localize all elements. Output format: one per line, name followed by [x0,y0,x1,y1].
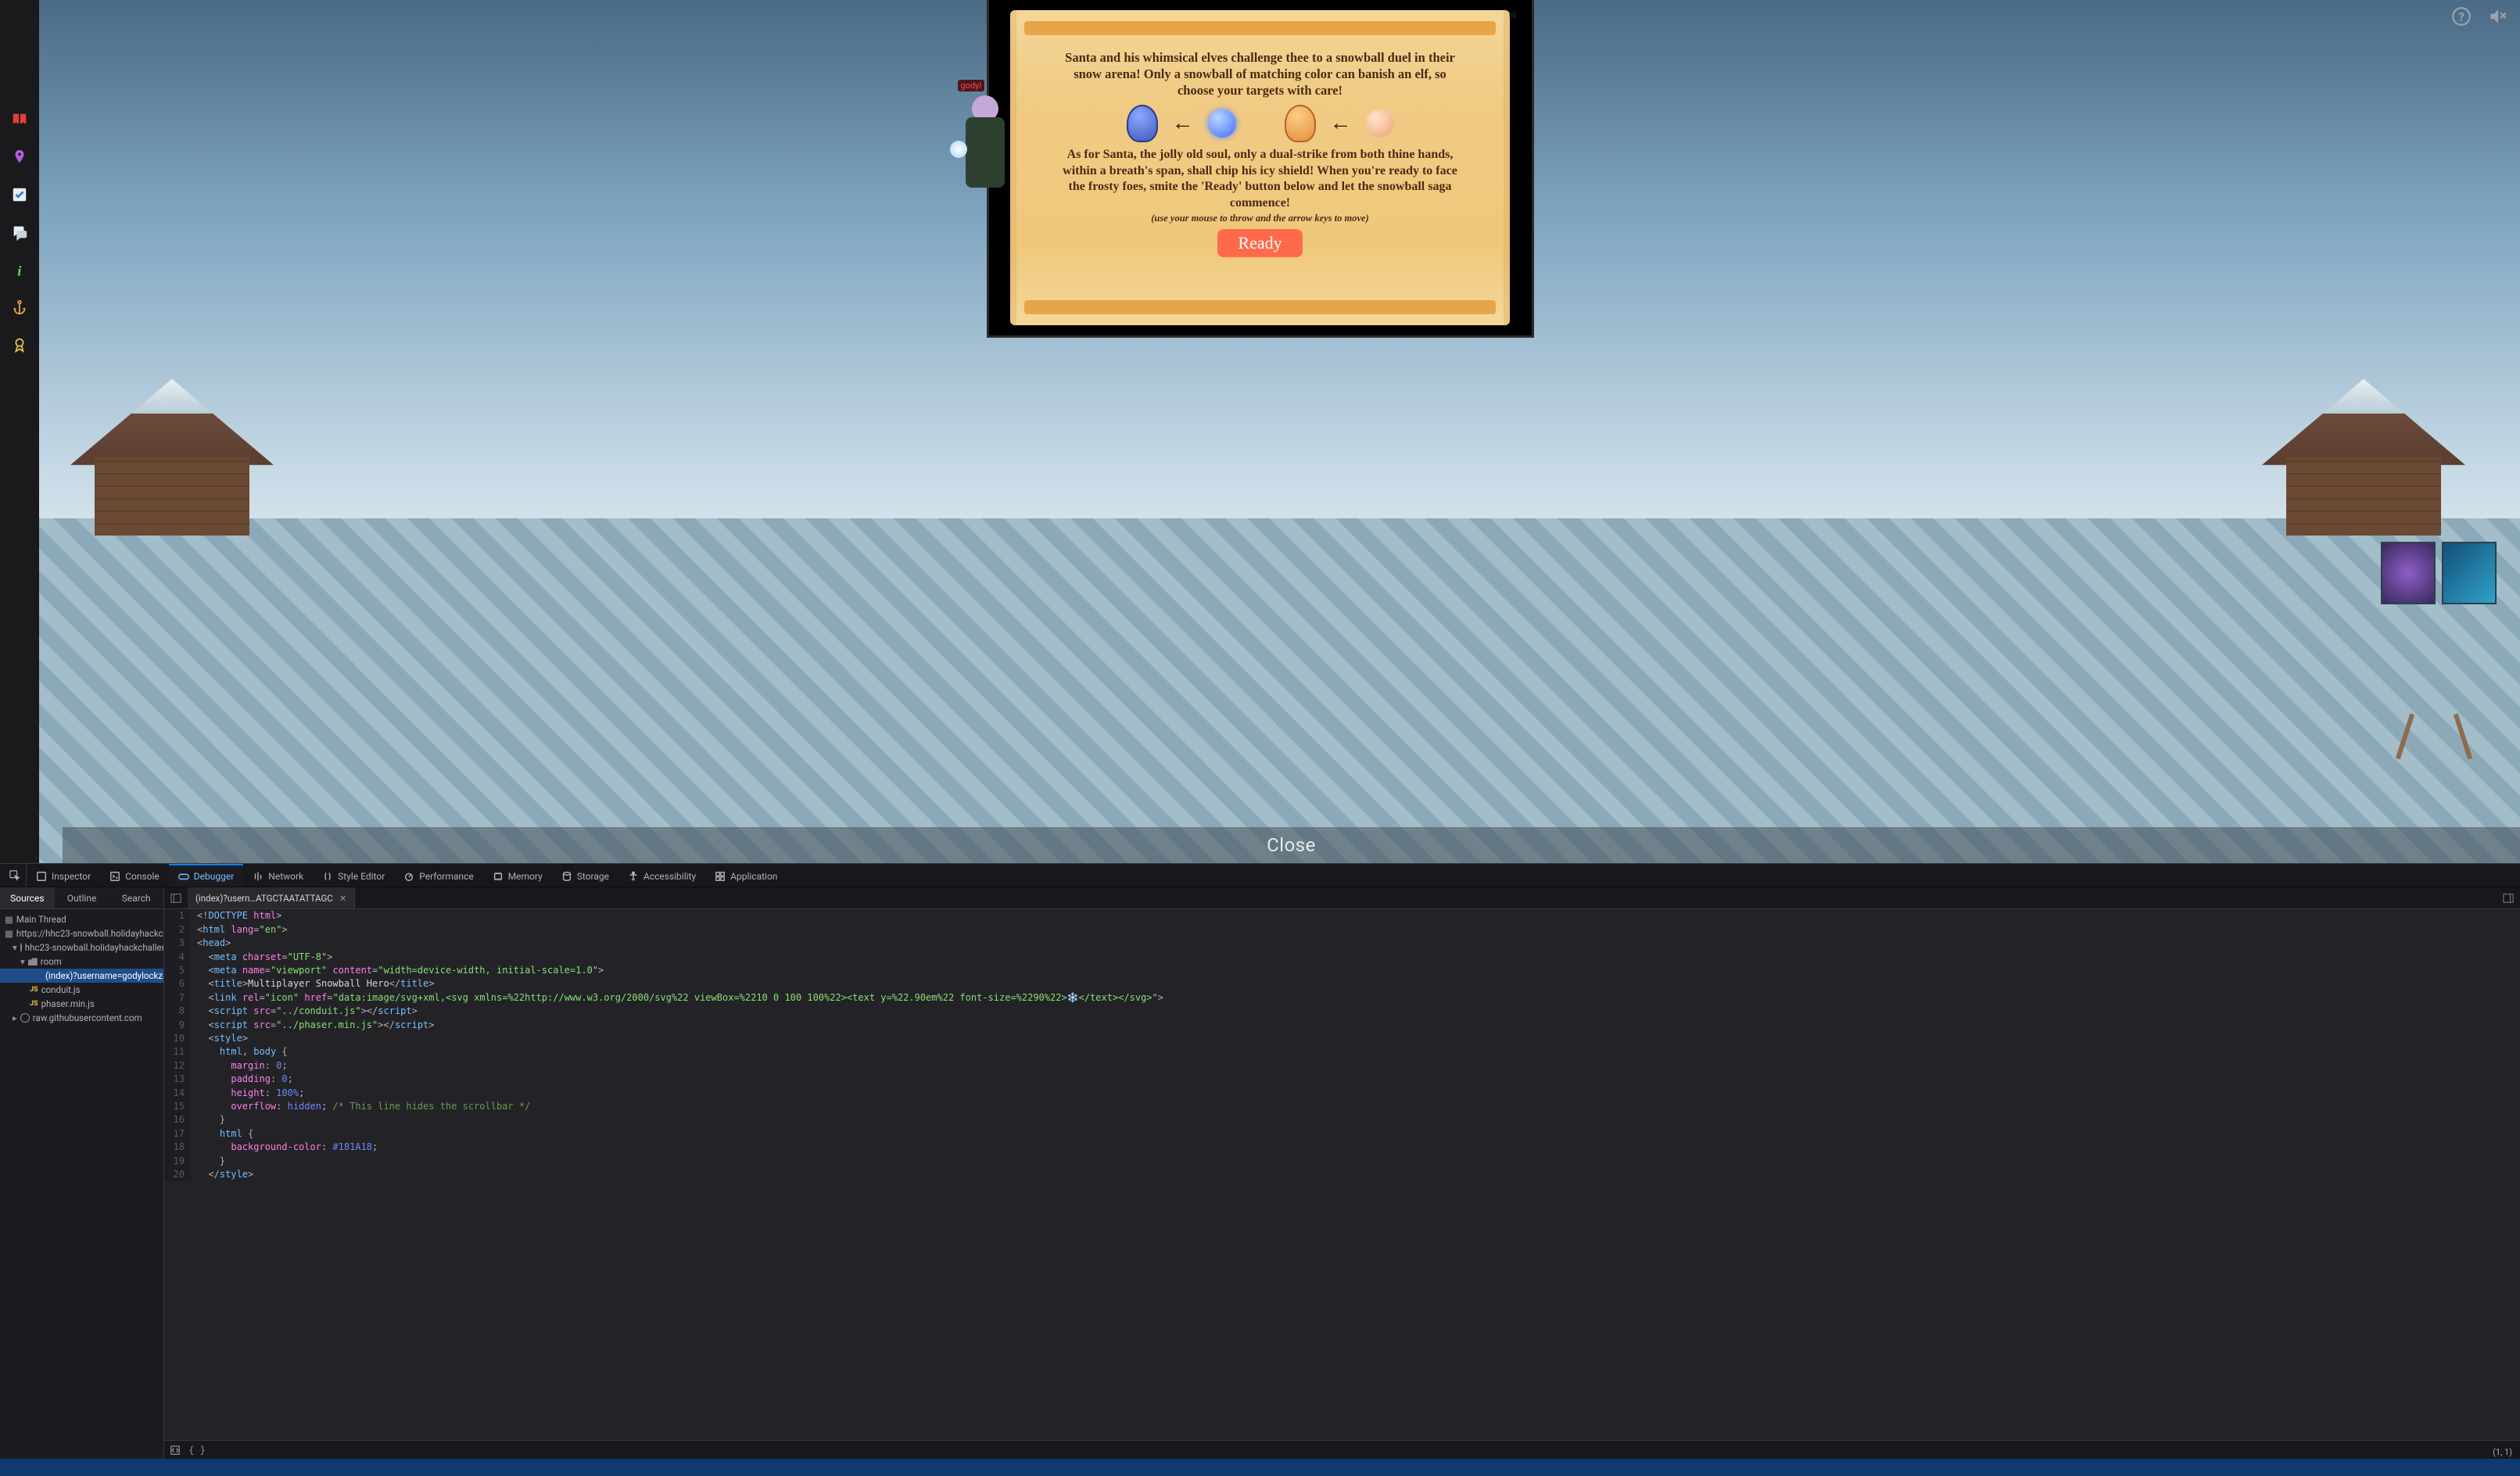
sources-sidebar: Sources Outline Search ▦Main Thread ▦htt… [0,887,164,1459]
instructions-scroll: Santa and his whimsical elves challenge … [1010,10,1509,325]
tab-network[interactable]: Network [243,864,313,887]
tab-label: Application [730,871,777,882]
hut-left [70,379,274,536]
tab-label: Console [125,871,160,882]
element-picker-icon[interactable] [3,864,27,887]
close-button[interactable]: Close [63,827,2520,863]
braces-icon[interactable]: { } [186,1445,208,1456]
tab-memory[interactable]: Memory [483,864,552,887]
arrow-left-icon: ← [1330,111,1352,136]
tab-storage[interactable]: Storage [552,864,618,887]
file-tab-label: (index)?usern…ATGCTAATATTAGC [195,893,333,904]
close-icon[interactable]: ✕ [339,893,347,904]
tree-file-index[interactable]: (index)?username=godylockz&ro… [0,969,163,983]
tasks-icon[interactable] [9,184,30,205]
blue-snowball-icon [1208,109,1236,138]
award-icon[interactable] [9,335,30,355]
blue-elf-icon [1127,105,1158,142]
tab-label: Storage [577,871,609,882]
devtools-tabbar: Inspector Console Debugger Network Style… [0,864,2520,887]
tab-label: Network [268,871,303,882]
tab-debugger[interactable]: Debugger [169,864,244,887]
info-icon[interactable]: i [9,260,30,280]
tree-file-phaser[interactable]: JSphaser.min.js [0,997,163,1011]
elf-color-legend: ← ← [1127,105,1394,142]
anchor-icon[interactable] [9,297,30,317]
tab-label: Style Editor [338,871,385,882]
svg-text:i: i [17,263,22,278]
code-view[interactable]: 1<!DOCTYPE html>2<html lang="en">3<head>… [164,909,2520,1440]
tab-style-editor[interactable]: Style Editor [313,864,394,887]
editor-footer: { } [164,1440,2520,1459]
game-nav-rail: i [0,0,39,863]
sources-tree: ▦Main Thread ▦https://hhc23-snowball.hol… [0,909,163,1459]
ready-button[interactable]: Ready [1217,229,1302,257]
tree-file-conduit[interactable]: JSconduit.js [0,983,163,997]
subtab-sources[interactable]: Sources [0,887,55,908]
tree-host[interactable]: ▾hhc23-snowball.holidayhackchallenge.c… [0,940,163,955]
easel [2387,713,2481,760]
subtab-outline[interactable]: Outline [55,887,109,908]
status-bar [0,1459,2520,1476]
toggle-sources-icon[interactable] [164,893,188,904]
source-editor: (index)?usern…ATGCTAATATTAGC ✕ 1<!DOCTYP… [164,887,2520,1459]
player-sprite: godyl [966,117,1005,188]
ground-tiles [0,518,2520,864]
poster-sans[interactable] [2381,542,2436,604]
tab-inspector[interactable]: Inspector [27,864,100,887]
sources-subtabs: Sources Outline Search [0,887,163,909]
arrow-left-icon: ← [1172,111,1194,136]
hut-right [2262,379,2465,536]
subtab-search[interactable]: Search [109,887,163,908]
toggle-right-pane-icon[interactable] [2497,893,2520,904]
mute-icon[interactable] [2486,5,2509,28]
tab-accessibility[interactable]: Accessibility [618,864,705,887]
devtools-panel: Inspector Console Debugger Network Style… [0,863,2520,1459]
pretty-print-icon[interactable] [164,1445,186,1456]
controls-hint: (use your mouse to throw and the arrow k… [1151,213,1369,224]
player-name-tag: godyl [958,80,985,91]
tab-label: Performance [419,871,473,882]
tab-label: Inspector [52,871,91,882]
tree-main-thread[interactable]: ▦Main Thread [0,912,163,926]
game-viewport: i ? godyl Santa and his whimsical elves … [0,0,2520,863]
file-tab-bar: (index)?usern…ATGCTAATATTAGC ✕ [164,887,2520,909]
window-controls: ? [2450,5,2509,28]
orange-elf-icon [1285,105,1316,142]
tab-label: Accessibility [643,871,696,882]
speaker-icon[interactable] [1507,6,1524,27]
poster-presidents-cup[interactable] [2442,542,2497,604]
tab-performance[interactable]: Performance [394,864,482,887]
game-modal: godyl Santa and his whimsical elves chal… [987,0,1534,338]
file-tab[interactable]: (index)?usern…ATGCTAATATTAGC ✕ [188,887,355,908]
svg-text:?: ? [2458,9,2464,23]
tree-origin[interactable]: ▦https://hhc23-snowball.holidayhackchall… [0,926,163,940]
instructions-paragraph-1: Santa and his whimsical elves challenge … [1057,49,1462,99]
map-pin-icon[interactable] [9,147,30,167]
tab-label: Debugger [194,871,235,882]
help-icon[interactable]: ? [2450,5,2473,28]
tab-console[interactable]: Console [100,864,169,887]
instructions-paragraph-2: As for Santa, the jolly old soul, only a… [1057,147,1462,211]
cursor-position: (1, 1) [2493,1447,2512,1457]
story-icon[interactable] [9,109,30,130]
orange-snowball-icon [1366,109,1394,138]
poster-board [2381,542,2497,604]
tab-label: Memory [508,871,543,882]
tab-application[interactable]: Application [705,864,787,887]
tree-folder-room[interactable]: ▾room [0,955,163,969]
tree-origin-raw[interactable]: ▸raw.githubusercontent.com [0,1011,163,1025]
chat-icon[interactable] [9,222,30,242]
